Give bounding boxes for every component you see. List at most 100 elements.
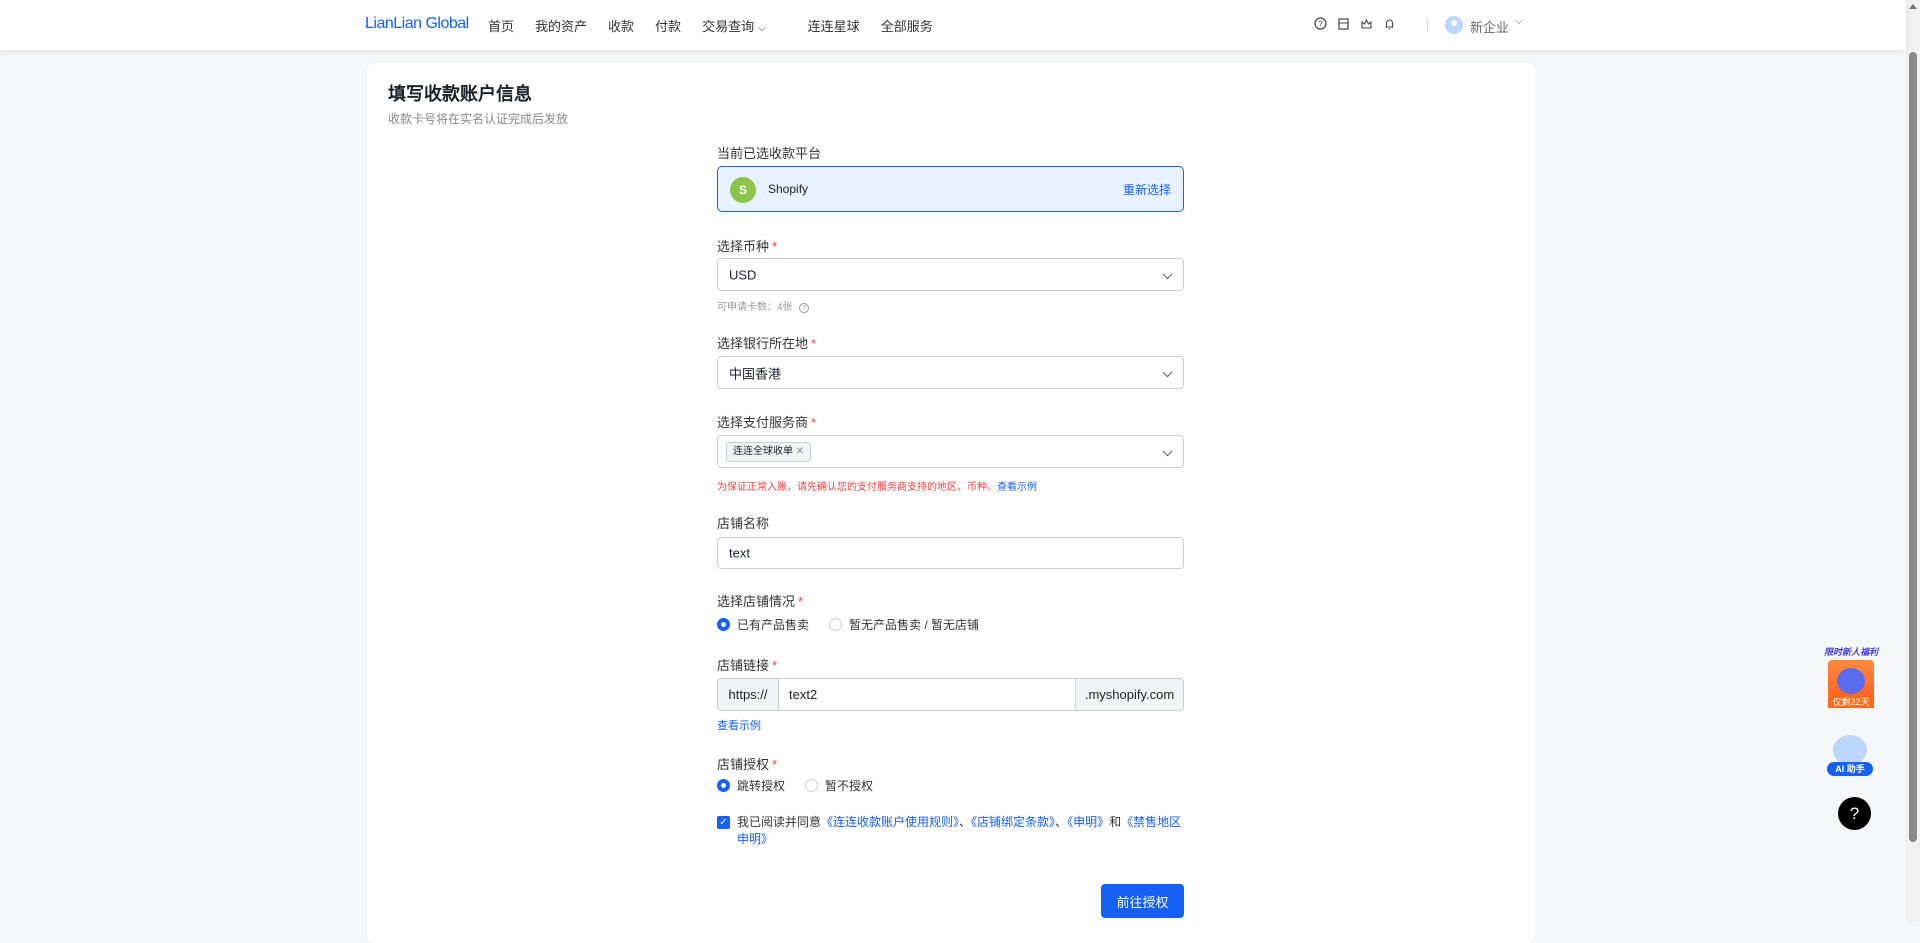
ai-assistant-widget[interactable]: AI 助手 — [1822, 735, 1878, 776]
separator: 、 — [959, 815, 972, 829]
psp-select[interactable]: 连连全球收单 ✕ — [717, 435, 1184, 468]
link-example[interactable]: 查看示例 — [717, 717, 761, 733]
auth-radios: 跳转授权 暂不授权 — [717, 777, 893, 794]
main-nav: 首页 我的资产 收款 付款 交易查询 ⌵ 连连星球 全部服务 — [488, 16, 954, 35]
top-navbar: LianLian Global 首页 我的资产 收款 付款 交易查询 ⌵ 连连星球… — [0, 0, 1906, 50]
radio-skip-auth[interactable]: 暂不授权 — [805, 777, 873, 794]
nav-pay[interactable]: 付款 — [655, 16, 681, 35]
radio-label: 暂无产品售卖 / 暂无店铺 — [849, 618, 980, 632]
nav-all-services[interactable]: 全部服务 — [881, 16, 933, 35]
bank-label: 选择银行所在地 * — [717, 336, 817, 351]
bank-location-select[interactable]: 中国香港 — [717, 356, 1184, 389]
chevron-down-icon — [1162, 268, 1173, 279]
statement-link[interactable]: 《申明》 — [1067, 815, 1109, 829]
nav-transactions[interactable]: 交易查询 ⌵ — [702, 16, 787, 35]
crown-icon[interactable] — [1359, 16, 1373, 30]
help-icon[interactable]: ? — [1313, 16, 1327, 30]
bank-value: 中国香港 — [729, 366, 782, 381]
chevron-down-icon: ⌵ — [758, 23, 766, 34]
agreement-checkbox[interactable]: ✓ — [717, 816, 730, 829]
radio-checked-icon — [717, 618, 730, 631]
store-name-input[interactable]: text — [717, 537, 1184, 569]
psp-label: 选择支付服务商 * — [717, 415, 817, 430]
auth-label: 店铺授权 * — [717, 757, 778, 772]
store-status-radios: 已有产品售卖 暂无产品售卖 / 暂无店铺 — [717, 616, 999, 633]
calendar-icon[interactable] — [1336, 16, 1350, 30]
agreement-text: 我已阅读并同意《连连收款账户使用规则》、《店铺绑定条款》、《申明》和《禁售地区申… — [737, 814, 1184, 848]
scrollbar[interactable] — [1906, 0, 1920, 922]
rules-link[interactable]: 《连连收款账户使用规则》 — [821, 815, 959, 829]
page-subtitle: 收款卡号将在实名认证完成后发放 — [388, 112, 569, 126]
chevron-down-icon — [1162, 366, 1173, 377]
nav-home[interactable]: 首页 — [488, 16, 514, 35]
currency-label: 选择币种 * — [717, 239, 778, 254]
link-suffix: .myshopify.com — [1075, 679, 1183, 710]
store-link-input-group: https:// text2 .myshopify.com — [717, 678, 1184, 711]
and-text: 和 — [1109, 815, 1122, 829]
psp-example-link[interactable]: 查看示例 — [997, 482, 1037, 493]
agree-label: 我已阅读并同意 — [737, 815, 822, 829]
psp-label-text: 选择支付服务商 — [717, 415, 809, 430]
close-icon[interactable]: ✕ — [796, 446, 804, 457]
store-status-label: 选择店铺情况 * — [717, 594, 804, 609]
store-link-label: 店铺链接 * — [717, 658, 778, 673]
binding-terms-link[interactable]: 《店铺绑定条款》 — [971, 815, 1055, 829]
radio-has-products[interactable]: 已有产品售卖 — [717, 616, 809, 633]
psp-warning-text: 为保证正常入账，请先确认您的支付服务商支持的地区、币种。 — [717, 482, 997, 493]
store-name-value: text — [729, 545, 750, 561]
radio-redirect-auth[interactable]: 跳转授权 — [717, 777, 785, 794]
avatar[interactable] — [1445, 16, 1463, 34]
psp-warning: 为保证正常入账，请先确认您的支付服务商支持的地区、币种。查看示例 — [717, 478, 1037, 493]
currency-label-text: 选择币种 — [717, 239, 770, 254]
nav-assets[interactable]: 我的资产 — [535, 16, 587, 35]
svg-text:?: ? — [1318, 19, 1323, 28]
nav-receive[interactable]: 收款 — [608, 16, 634, 35]
logo[interactable]: LianLian Global — [365, 15, 469, 33]
authorize-button[interactable]: 前往授权 — [1101, 884, 1184, 918]
promo-badge: 仅剩22天 — [1828, 695, 1874, 708]
link-prefix: https:// — [718, 679, 779, 710]
scroll-up-icon[interactable] — [1909, 4, 1917, 9]
selected-platform: S Shopify 重新选择 — [717, 166, 1184, 212]
help-button[interactable]: ? — [1838, 797, 1871, 830]
radio-unchecked-icon — [805, 779, 819, 792]
promo-widget[interactable]: 限时新人福利 仅剩22天 — [1818, 645, 1884, 708]
psp-tag: 连连全球收单 ✕ — [726, 442, 812, 462]
radio-label: 暂不授权 — [825, 779, 874, 793]
ai-mascot-icon — [1833, 735, 1867, 765]
store-link-input[interactable]: text2 — [779, 679, 1075, 710]
shopify-icon: S — [730, 177, 756, 203]
store-link-label-text: 店铺链接 — [717, 658, 770, 673]
separator: 、 — [1055, 815, 1068, 829]
card-count-text: 可申请卡数：4张 — [717, 302, 793, 313]
psp-tag-label: 连连全球收单 — [733, 446, 793, 457]
help-icon: ? — [1849, 804, 1860, 823]
chevron-down-icon[interactable]: ⌵ — [1515, 15, 1523, 28]
header-icons: ? — [1313, 16, 1396, 30]
header-divider — [1427, 18, 1428, 32]
help-icon[interactable]: ? — [799, 303, 810, 313]
user-name[interactable]: 新企业 — [1470, 17, 1509, 36]
bell-icon[interactable] — [1382, 16, 1396, 30]
promo-title: 限时新人福利 — [1823, 647, 1878, 657]
platform-name: Shopify — [768, 182, 809, 196]
currency-value: USD — [729, 267, 757, 282]
nav-planet[interactable]: 连连星球 — [808, 16, 860, 35]
ai-label: AI 助手 — [1827, 762, 1873, 776]
gift-box-icon: 仅剩22天 — [1828, 660, 1874, 708]
currency-select[interactable]: USD — [717, 258, 1184, 291]
scrollbar-thumb[interactable] — [1909, 52, 1917, 842]
store-status-label-text: 选择店铺情况 — [717, 594, 796, 609]
platform-label: 当前已选收款平台 — [717, 146, 822, 161]
reselect-link[interactable]: 重新选择 — [1123, 181, 1171, 198]
check-icon: ✓ — [719, 817, 728, 828]
radio-no-products[interactable]: 暂无产品售卖 / 暂无店铺 — [829, 616, 979, 633]
radio-label: 跳转授权 — [737, 779, 786, 793]
radio-checked-icon — [717, 779, 730, 792]
page-title: 填写收款账户信息 — [388, 84, 532, 104]
card-count-hint: 可申请卡数：4张 ? — [717, 298, 810, 313]
nav-transactions-label: 交易查询 — [702, 19, 755, 34]
bank-label-text: 选择银行所在地 — [717, 336, 809, 351]
chevron-down-icon — [1162, 445, 1173, 456]
store-name-label: 店铺名称 — [717, 516, 770, 531]
